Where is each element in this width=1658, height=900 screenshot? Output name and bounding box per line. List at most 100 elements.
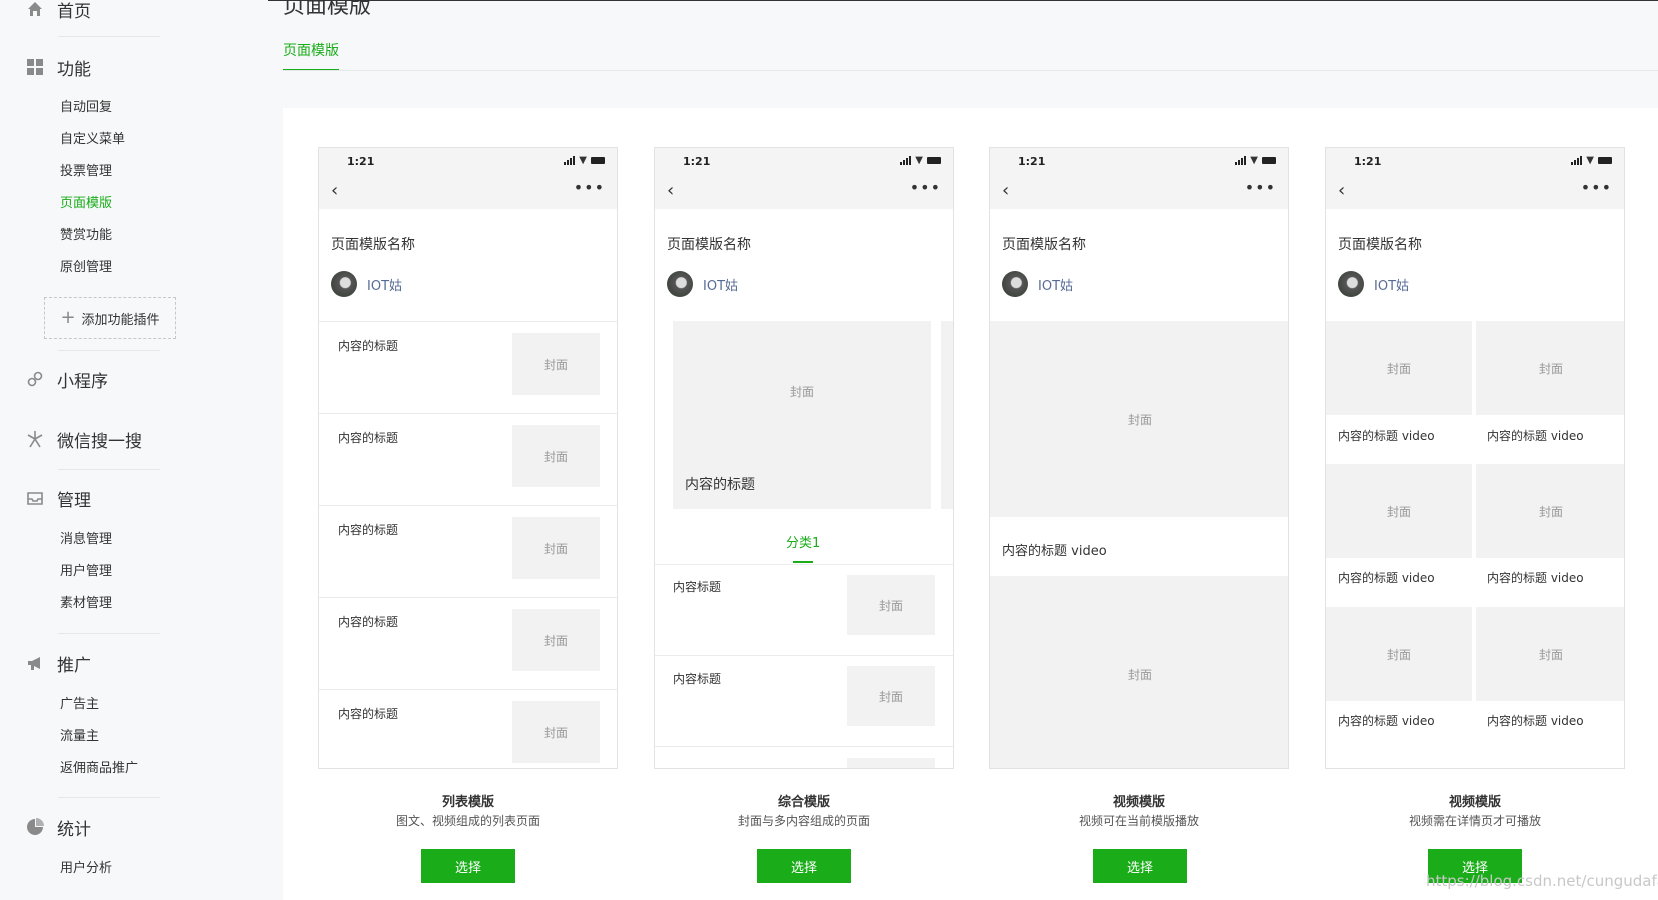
sidebar-item-commission[interactable]: 返佣商品推广 [60, 757, 138, 776]
sidebar-item-home[interactable]: 首页 [26, 0, 91, 22]
avatar [331, 271, 357, 297]
sidebar-group-manage[interactable]: 管理 [26, 486, 91, 511]
template-name: 视频模版 [1112, 795, 1165, 810]
phone-preview-video-grid: 1:21 ▼ ‹ ••• 页面模版名称 IOT姑 封面 封面 内容的标题 vid… [1325, 147, 1625, 769]
battery-icon [927, 157, 941, 164]
template-name: 视频模版 [1448, 795, 1501, 810]
sidebar-group-label: 微信搜一搜 [57, 431, 142, 452]
more-icon[interactable]: ••• [1245, 178, 1276, 197]
watermark: https://blog.csdn.net/cungudafa [1426, 872, 1658, 890]
tab-page-template[interactable]: 页面模版 [283, 40, 339, 71]
more-icon[interactable]: ••• [574, 178, 605, 197]
sidebar-group-search[interactable]: 微信搜一搜 [26, 427, 142, 452]
sidebar-item-messages[interactable]: 消息管理 [60, 528, 112, 547]
cover-placeholder: 封面 [512, 701, 600, 763]
article-title: 页面模版名称 [667, 237, 751, 253]
sidebar-item-publisher[interactable]: 流量主 [60, 725, 99, 744]
more-icon[interactable]: ••• [910, 178, 941, 197]
sidebar-item-auto-reply[interactable]: 自动回复 [60, 96, 112, 115]
megaphone-icon [26, 654, 44, 672]
sidebar-group-label: 小程序 [57, 371, 108, 392]
author: IOT姑 [667, 271, 738, 297]
phone-header: 1:21 ▼ ‹ ••• [319, 148, 617, 209]
wifi-icon: ▼ [579, 155, 587, 166]
content-title: 内容的标题 [338, 523, 399, 537]
grid-cover[interactable]: 封面 [1326, 321, 1472, 415]
phone-header: 1:21 ▼ ‹ ••• [1326, 148, 1624, 209]
inbox-icon [26, 489, 44, 507]
template-name: 列表模版 [441, 795, 494, 810]
sidebar-item-users[interactable]: 用户管理 [60, 560, 112, 579]
wifi-icon: ▼ [1586, 155, 1594, 166]
content-title: 内容的标题 [338, 707, 399, 721]
author: IOT姑 [1002, 271, 1073, 297]
author-name: IOT姑 [703, 278, 739, 294]
signal-icon [564, 156, 576, 165]
sidebar-group-features[interactable]: 功能 [26, 55, 91, 80]
content-title: 内容的标题 [338, 615, 399, 629]
tab-divider [283, 70, 1658, 71]
sidebar-item-reward[interactable]: 赞赏功能 [60, 224, 112, 243]
select-list-template-button[interactable]: 选择 [421, 849, 515, 883]
grid-icon [26, 58, 44, 76]
sidebar-home-label: 首页 [57, 1, 91, 22]
sidebar-group-label: 统计 [57, 819, 91, 840]
category-tab-indicator [793, 561, 813, 563]
sidebar-group-promotion[interactable]: 推广 [26, 651, 91, 676]
grid-cover[interactable]: 封面 [1476, 464, 1624, 558]
video-cover[interactable]: 封面 [990, 576, 1288, 768]
grid-video-title: 内容的标题 video [1338, 571, 1435, 585]
sidebar-item-advertiser[interactable]: 广告主 [60, 693, 99, 712]
article-title: 页面模版名称 [331, 237, 415, 253]
avatar [667, 271, 693, 297]
wifi-icon: ▼ [915, 155, 923, 166]
sidebar-group-label: 功能 [57, 59, 91, 80]
back-icon[interactable]: ‹ [1002, 182, 1009, 200]
sidebar-item-user-analysis[interactable]: 用户分析 [60, 857, 112, 876]
template-desc: 图文、视频组成的列表页面 [395, 814, 540, 828]
select-video-template-button[interactable]: 选择 [1093, 849, 1187, 883]
status-icons: ▼ [1571, 155, 1612, 166]
sidebar-item-original[interactable]: 原创管理 [60, 256, 112, 275]
article-title: 页面模版名称 [1338, 237, 1422, 253]
sidebar-item-page-template[interactable]: 页面模版 [60, 192, 112, 211]
phone-header: 1:21 ▼ ‹ ••• [655, 148, 953, 209]
cover-placeholder-partial [847, 758, 935, 768]
back-icon[interactable]: ‹ [1338, 182, 1345, 200]
add-plugin-button[interactable]: + 添加功能插件 [44, 297, 176, 339]
sidebar-item-custom-menu[interactable]: 自定义菜单 [60, 128, 125, 147]
status-time: 1:21 [1354, 155, 1382, 168]
avatar [1002, 271, 1028, 297]
sidebar-group-miniprogram[interactable]: 小程序 [26, 367, 108, 392]
grid-cover[interactable]: 封面 [1326, 464, 1472, 558]
back-icon[interactable]: ‹ [667, 182, 674, 200]
template-name: 综合模版 [777, 795, 830, 810]
select-composite-template-button[interactable]: 选择 [757, 849, 851, 883]
grid-video-title: 内容的标题 video [1487, 429, 1584, 443]
signal-icon [1571, 156, 1583, 165]
phone-preview-list: 1:21 ▼ ‹ ••• 页面模版名称 IOT姑 内容的标题 封面 内容的标题 … [318, 147, 618, 769]
article-title: 页面模版名称 [1002, 237, 1086, 253]
grid-cover[interactable]: 封面 [1476, 321, 1624, 415]
battery-icon [591, 157, 605, 164]
sidebar-item-vote[interactable]: 投票管理 [60, 160, 112, 179]
grid-cover[interactable]: 封面 [1326, 607, 1472, 701]
author-name: IOT姑 [1038, 278, 1074, 294]
wifi-icon: ▼ [1250, 155, 1258, 166]
video-title: 内容的标题 video [1002, 544, 1107, 559]
grid-cover[interactable]: 封面 [1476, 607, 1624, 701]
sidebar-item-materials[interactable]: 素材管理 [60, 592, 112, 611]
grid-video-title: 内容的标题 video [1338, 714, 1435, 728]
banner-title: 内容的标题 [685, 477, 755, 493]
video-cover[interactable]: 封面 [990, 321, 1288, 517]
phone-preview-video: 1:21 ▼ ‹ ••• 页面模版名称 IOT姑 封面 内容的标题 video … [989, 147, 1289, 769]
more-icon[interactable]: ••• [1581, 178, 1612, 197]
cover-placeholder: 封面 [847, 575, 935, 635]
status-icons: ▼ [900, 155, 941, 166]
sidebar-group-stats[interactable]: 统计 [26, 815, 91, 840]
back-icon[interactable]: ‹ [331, 182, 338, 200]
category-tab[interactable]: 分类1 [786, 532, 820, 551]
template-desc: 视频可在当前模版播放 [1078, 814, 1199, 828]
add-plugin-label: 添加功能插件 [81, 312, 160, 328]
battery-icon [1262, 157, 1276, 164]
